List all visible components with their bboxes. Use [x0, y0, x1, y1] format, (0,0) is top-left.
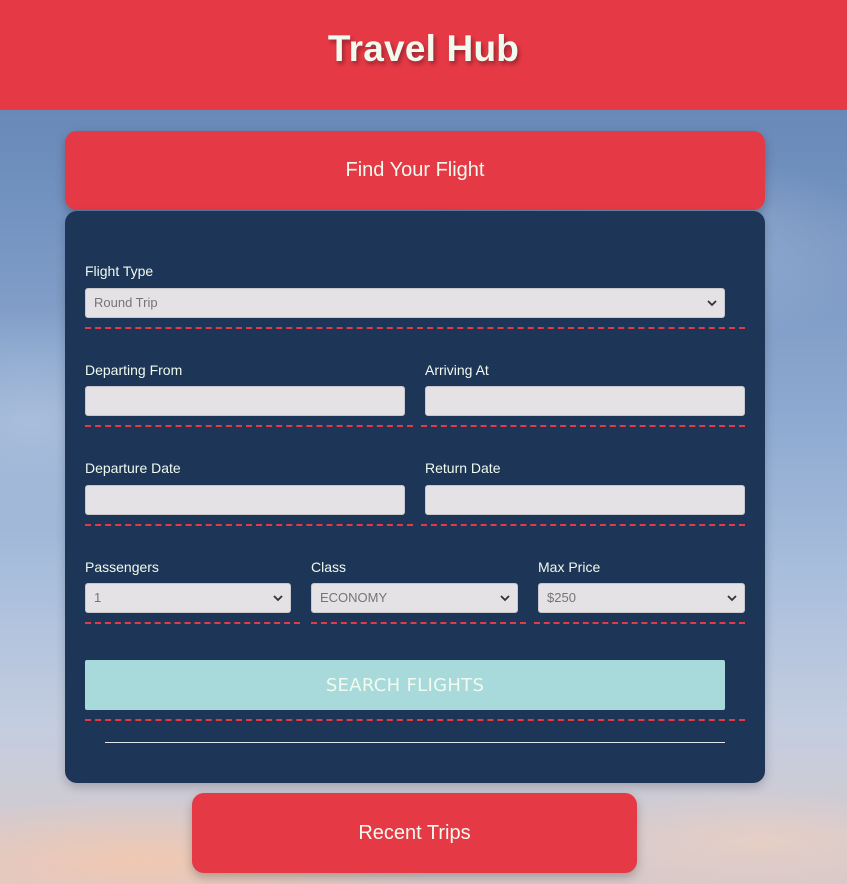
max-price-label: Max Price [538, 559, 601, 575]
row-divider [85, 719, 745, 721]
passengers-label: Passengers [85, 559, 159, 575]
flight-type-label: Flight Type [85, 263, 154, 279]
class-label: Class [311, 559, 347, 575]
find-flight-header[interactable]: Find Your Flight [65, 131, 765, 210]
class-select[interactable]: ECONOMY [311, 583, 518, 613]
row-divider [85, 425, 413, 427]
row-divider [85, 524, 413, 526]
departing-from-input[interactable] [85, 386, 405, 416]
site-header: Travel Hub [0, 0, 847, 110]
search-flights-button[interactable]: SEARCH FLIGHTS [85, 660, 725, 710]
departure-date-label: Departure Date [85, 460, 181, 476]
row-divider [421, 524, 745, 526]
return-date-label: Return Date [425, 460, 501, 476]
passengers-select[interactable]: 1 [85, 583, 291, 613]
flight-search-form: Flight Type Round Trip Departing From Ar… [65, 211, 765, 783]
class-value: ECONOMY [320, 590, 388, 605]
return-date-input[interactable] [425, 485, 745, 515]
chevron-down-icon [500, 595, 510, 602]
row-divider [534, 622, 745, 624]
flight-type-select[interactable]: Round Trip [85, 288, 725, 318]
recent-trips-button[interactable]: Recent Trips [192, 793, 637, 873]
arriving-at-label: Arriving At [425, 362, 489, 378]
max-price-value: $250 [547, 590, 576, 605]
chevron-down-icon [727, 595, 737, 602]
site-title: Travel Hub [327, 28, 520, 69]
row-divider [85, 327, 745, 329]
chevron-down-icon [707, 300, 717, 307]
passengers-value: 1 [94, 590, 102, 605]
flight-type-value: Round Trip [94, 295, 158, 310]
departure-date-input[interactable] [85, 485, 405, 515]
form-footer-rule [105, 742, 725, 743]
arriving-at-input[interactable] [425, 386, 745, 416]
max-price-select[interactable]: $250 [538, 583, 745, 613]
departing-from-label: Departing From [85, 362, 183, 378]
row-divider [311, 622, 526, 624]
chevron-down-icon [273, 595, 283, 602]
row-divider [421, 425, 745, 427]
row-divider [85, 622, 300, 624]
